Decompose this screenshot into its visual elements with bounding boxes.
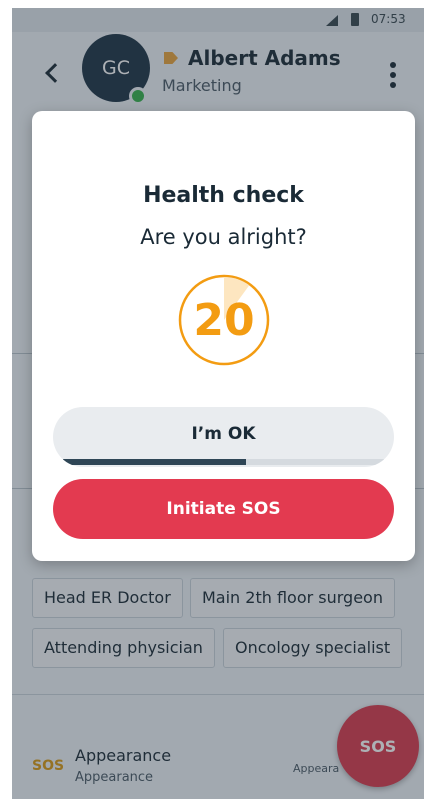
app-screen: 07:53 GC Albert Adams Marketing Head ER … bbox=[12, 8, 424, 799]
dialog-title: Health check bbox=[143, 183, 304, 208]
im-ok-label: I’m OK bbox=[191, 424, 256, 444]
health-check-dialog: Health check Are you alright? 20 I’m OK … bbox=[32, 111, 415, 561]
ok-progress-fill bbox=[63, 459, 246, 465]
initiate-sos-button[interactable]: Initiate SOS bbox=[53, 479, 394, 539]
ok-progress-track bbox=[63, 459, 384, 465]
dialog-question: Are you alright? bbox=[140, 225, 307, 249]
countdown-number: 20 bbox=[193, 294, 255, 346]
countdown-timer: 20 bbox=[178, 274, 270, 366]
im-ok-button[interactable]: I’m OK bbox=[53, 407, 394, 467]
